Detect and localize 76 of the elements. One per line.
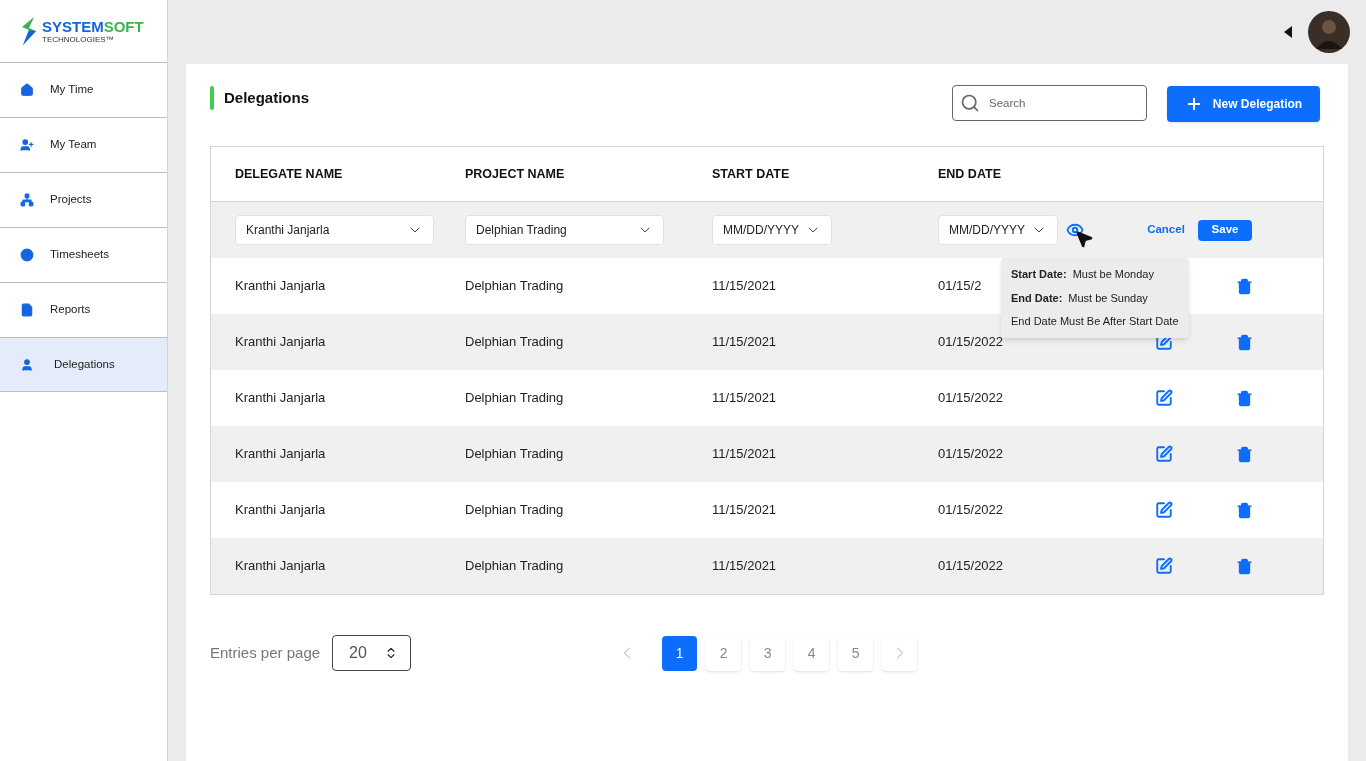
column-header: PROJECT NAME <box>465 165 566 183</box>
trash-icon[interactable] <box>1235 277 1253 295</box>
table-cell: Kranthi Janjarla <box>235 390 326 406</box>
table-cell: Delphian Trading <box>465 446 564 462</box>
column-header: END DATE <box>938 165 1002 183</box>
table-cell: 01/15/2022 <box>938 334 1004 350</box>
table-cell: 11/15/2021 <box>712 334 777 350</box>
table-cell: Kranthi Janjarla <box>235 334 326 350</box>
table-cell: 01/15/2022 <box>938 558 1004 574</box>
entries-select[interactable]: 20 <box>332 635 412 671</box>
page-button[interactable]: 1 <box>662 635 698 671</box>
trash-icon[interactable] <box>1235 389 1253 407</box>
sidebar-item[interactable]: Delegations <box>0 337 167 392</box>
title-accent <box>210 86 214 110</box>
delegate-select[interactable]: Kranthi Janjarla <box>235 215 434 245</box>
table-cell: Kranthi Janjarla <box>235 278 326 294</box>
eye-icon[interactable] <box>1066 221 1084 239</box>
table-cell: 11/15/2021 <box>712 446 777 462</box>
start-date-select[interactable]: MM/DD/YYYY <box>712 215 832 245</box>
project-select[interactable]: Delphian Trading <box>465 215 664 245</box>
document-icon <box>20 303 34 317</box>
trash-icon[interactable] <box>1235 333 1253 351</box>
sidebar-item[interactable]: Timesheets <box>0 227 167 282</box>
page-button[interactable]: 2 <box>706 635 742 671</box>
sidebar-item[interactable]: My Team <box>0 117 167 172</box>
sidebar-item[interactable]: My Time <box>0 62 167 117</box>
table-cell: 01/15/2022 <box>938 390 1004 406</box>
page-title: Delegations <box>224 87 310 108</box>
page-button[interactable]: 3 <box>750 635 786 671</box>
table-cell: Delphian Trading <box>465 278 564 294</box>
edit-icon[interactable] <box>1155 501 1173 519</box>
page-button[interactable]: 5 <box>838 635 874 671</box>
edit-icon[interactable] <box>1155 389 1173 407</box>
search-field[interactable]: Search <box>952 85 1147 121</box>
page-button[interactable]: 4 <box>794 635 830 671</box>
caret-left-icon[interactable] <box>1284 26 1292 38</box>
sidebar-item[interactable]: Projects <box>0 172 167 227</box>
network-icon <box>20 193 34 207</box>
home-icon <box>20 83 34 97</box>
end-date-select[interactable]: MM/DD/YYYY <box>938 215 1058 245</box>
trash-icon[interactable] <box>1235 445 1253 463</box>
table-cell: Delphian Trading <box>465 390 564 406</box>
table-cell: 11/15/2021 <box>712 278 777 294</box>
table-cell: 01/15/2022 <box>938 446 1004 462</box>
cursor-icon <box>1074 229 1094 249</box>
entries-label: Entries per page <box>210 642 321 663</box>
tooltip-line: End Date Must Be After Start Date <box>1011 314 1179 329</box>
add-user-icon <box>20 138 34 152</box>
column-header: DELEGATE NAME <box>234 165 344 183</box>
tooltip-line: End Date: Must be Sunday <box>1011 290 1149 306</box>
tooltip-line: Start Date: Must be Monday <box>1011 267 1155 282</box>
table-cell: 01/15/2 <box>938 278 982 294</box>
table-cell: Delphian Trading <box>465 334 564 350</box>
table-cell: Delphian Trading <box>465 558 564 574</box>
table-cell: Delphian Trading <box>465 502 564 518</box>
logo-tagline: TECHNOLOGIES™ <box>42 35 115 44</box>
search-icon <box>960 93 980 113</box>
logo-icon <box>20 17 38 45</box>
avatar[interactable] <box>1308 11 1350 53</box>
edit-icon[interactable] <box>1155 557 1173 575</box>
edit-icon[interactable] <box>1155 445 1173 463</box>
table-cell: Kranthi Janjarla <box>235 558 326 574</box>
logo-text: SYSTEMSOFT <box>42 18 144 34</box>
trash-icon[interactable] <box>1235 501 1253 519</box>
new-delegation-button[interactable]: New Delegation <box>1167 86 1320 122</box>
table-cell: 01/15/2022 <box>938 502 1004 518</box>
trash-icon[interactable] <box>1235 557 1253 575</box>
table-cell: Kranthi Janjarla <box>235 446 326 462</box>
user-icon <box>20 357 34 372</box>
table-cell: 11/15/2021 <box>712 390 777 406</box>
table-cell: 11/15/2021 <box>712 502 777 518</box>
table-cell: Kranthi Janjarla <box>235 502 326 518</box>
table-cell: 11/15/2021 <box>712 558 777 574</box>
save-button[interactable]: Save <box>1198 219 1252 241</box>
cancel-link[interactable]: Cancel <box>1138 221 1194 239</box>
column-header: START DATE <box>712 165 791 183</box>
